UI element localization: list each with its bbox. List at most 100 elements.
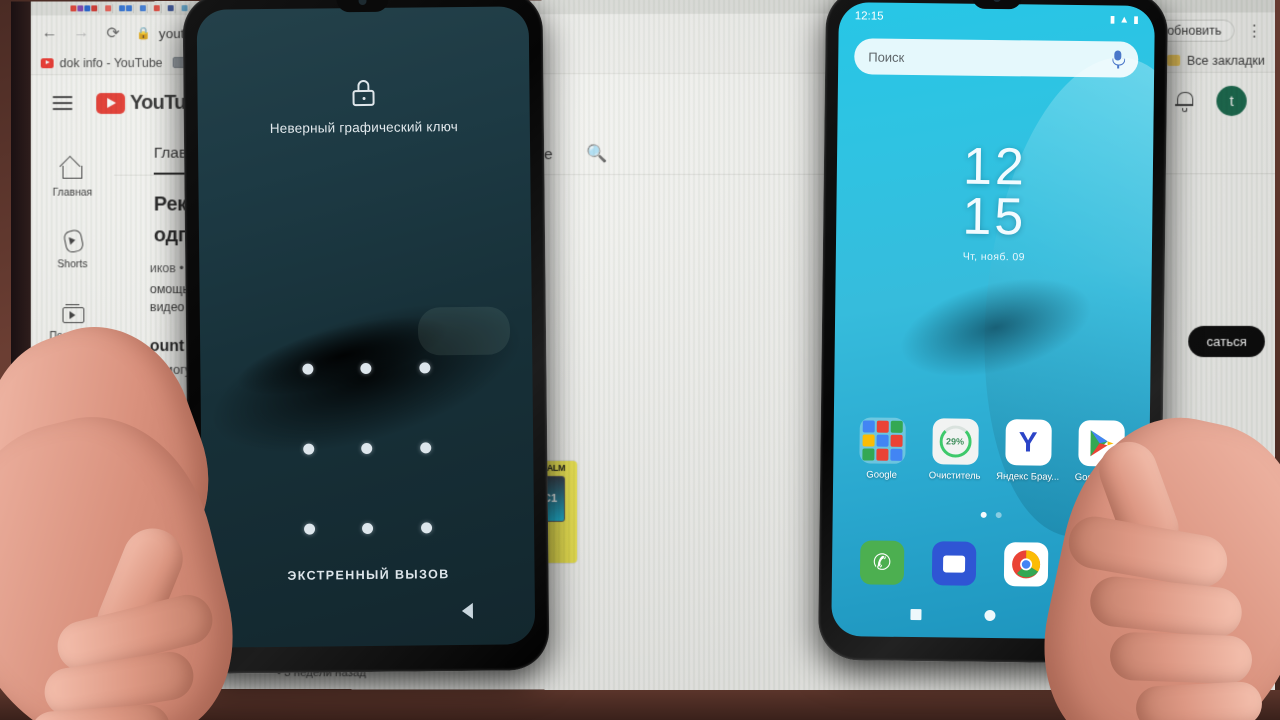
laptop-bezel xyxy=(11,1,31,689)
emergency-call-button[interactable]: ЭКСТРЕННЫЙ ВЫЗОВ xyxy=(202,566,534,583)
tab-favicon[interactable] xyxy=(77,5,84,12)
pattern-dot[interactable] xyxy=(420,442,432,454)
wifi-icon[interactable] xyxy=(1207,663,1219,670)
dock-chrome[interactable] xyxy=(990,542,1063,587)
wifi-icon: ▲ xyxy=(1119,14,1130,26)
home-circle-icon[interactable] xyxy=(984,609,996,621)
microphone-icon[interactable] xyxy=(1111,50,1124,69)
messages-icon xyxy=(931,541,977,586)
avatar[interactable]: t xyxy=(1216,85,1247,117)
back-triangle-icon[interactable] xyxy=(461,602,474,620)
recents-square-icon[interactable] xyxy=(910,608,922,620)
phone-left-screen[interactable]: Неверный графический ключ ЭКСТРЕННЫЙ ВЫЗ… xyxy=(196,6,536,648)
app-yandex-browser[interactable]: Y Яндекс Брау... xyxy=(991,419,1065,483)
pattern-dot[interactable] xyxy=(360,362,372,375)
youtube-icon xyxy=(40,57,54,68)
subscriptions-icon xyxy=(61,300,85,324)
phone-right-screen[interactable]: 12:15 ▮ ▲ ▮ Поиск 12 15 Чт, нояб. 09 Goo… xyxy=(831,2,1155,640)
tab-favicon[interactable] xyxy=(70,5,77,12)
clock-widget[interactable]: 12 15 Чт, нояб. 09 xyxy=(836,137,1153,265)
tab-favicon[interactable] xyxy=(105,5,112,12)
status-icons: ▮ ▲ ▮ xyxy=(1110,14,1139,25)
sidebar-item-you[interactable]: Вы xyxy=(31,358,114,430)
tab-favicon[interactable] xyxy=(181,5,188,12)
sidebar-item-shorts[interactable]: Shorts xyxy=(31,215,114,287)
dock-phone[interactable]: ✆ xyxy=(846,540,919,585)
thumb-badge-4: GOOGLE xyxy=(143,525,182,539)
app-cleaner[interactable]: 29% Очиститель xyxy=(918,418,992,482)
thumb-badge-2: ГУГЛ xyxy=(151,499,175,511)
search-placeholder: Поиск xyxy=(868,48,905,65)
tab-separator xyxy=(146,3,153,13)
back-icon[interactable]: ← xyxy=(41,24,59,42)
lock-message: Неверный графический ключ xyxy=(269,119,459,136)
tab-separator xyxy=(132,3,139,13)
sidebar-item-label: Shorts xyxy=(57,258,88,271)
clock-hours: 12 xyxy=(962,137,1028,197)
page-dot-active[interactable] xyxy=(980,511,987,518)
dock-camera[interactable] xyxy=(1062,543,1135,588)
tab-favicon[interactable] xyxy=(126,5,132,12)
phone-left-notch xyxy=(336,0,389,13)
hamburger-menu-icon[interactable] xyxy=(52,96,73,111)
all-bookmarks-button[interactable]: Все закладки xyxy=(1166,53,1265,67)
reload-icon[interactable]: ⟳ xyxy=(104,23,122,43)
app-label: Google xyxy=(866,469,898,481)
youtube-header-right: t xyxy=(1174,85,1261,117)
sidebar-item-subscriptions[interactable]: Подписки xyxy=(31,286,114,358)
back-triangle-icon[interactable] xyxy=(1058,608,1069,623)
tab-separator xyxy=(112,3,119,13)
tab-favicon[interactable] xyxy=(119,5,126,12)
tab-separator xyxy=(160,3,167,13)
sidebar-item-label: Подписки xyxy=(49,330,96,343)
forward-icon[interactable]: → xyxy=(72,24,90,42)
tab-separator xyxy=(98,3,105,13)
youtube-sidebar: Главная Shorts Подписки Вы xyxy=(31,131,114,689)
status-time: 12:15 xyxy=(854,10,884,23)
subscribe-button[interactable]: саться xyxy=(1188,325,1265,358)
home-icon xyxy=(61,157,85,181)
camera-icon xyxy=(1075,543,1121,588)
pattern-dot[interactable] xyxy=(419,362,431,374)
tab-favicon[interactable] xyxy=(91,5,98,12)
pattern-dot[interactable] xyxy=(303,523,315,535)
pattern-dot[interactable] xyxy=(302,363,314,375)
search-input[interactable]: Поиск xyxy=(854,38,1139,78)
shorts-icon xyxy=(58,226,86,254)
play-triangle-icon xyxy=(1089,430,1114,457)
google-play-icon xyxy=(1077,420,1125,467)
signal-icon: ▮ xyxy=(1109,13,1116,25)
screen-smudge xyxy=(417,306,511,356)
app-google-folder[interactable]: Google xyxy=(845,417,919,481)
bell-icon[interactable] xyxy=(1174,91,1194,113)
clock-minutes: 15 xyxy=(962,187,1027,247)
app-label: Очиститель xyxy=(928,470,981,482)
pattern-lock-grid[interactable] xyxy=(278,362,456,535)
dock-messages[interactable] xyxy=(918,541,991,586)
tab-favicon[interactable] xyxy=(139,5,146,12)
playlist-name: ount xyxy=(149,338,185,355)
you-icon xyxy=(61,372,85,396)
bookmark-dok-info[interactable]: dok info - YouTube xyxy=(40,56,163,70)
phone-right-notch xyxy=(971,0,1023,10)
laptop-base xyxy=(0,690,1280,720)
pattern-dot[interactable] xyxy=(361,442,373,455)
app-google-play[interactable]: Google Play xyxy=(1064,420,1138,484)
tab-favicon[interactable] xyxy=(84,5,91,12)
sidebar-item-home[interactable]: Главная xyxy=(31,143,114,215)
dock: ✆ xyxy=(832,540,1149,588)
app-label: Google Play xyxy=(1074,472,1127,484)
page-dot[interactable] xyxy=(995,512,1002,519)
pattern-dot[interactable] xyxy=(362,522,374,535)
thumb-badge-3: АККАУНТ xyxy=(143,512,182,524)
menu-kebab-icon[interactable]: ⋮ xyxy=(1243,21,1265,40)
tab-favicon[interactable] xyxy=(167,5,174,12)
sidebar-item-label: Вы xyxy=(65,401,80,414)
sidebar-item-label: Главная xyxy=(52,186,93,199)
tab-separator xyxy=(174,3,181,13)
language-indicator[interactable]: РУС xyxy=(1227,662,1250,671)
search-icon[interactable]: 🔍 xyxy=(587,144,608,174)
tab-favicon[interactable] xyxy=(153,5,160,12)
pattern-dot[interactable] xyxy=(421,522,433,534)
pattern-dot[interactable] xyxy=(302,443,315,455)
